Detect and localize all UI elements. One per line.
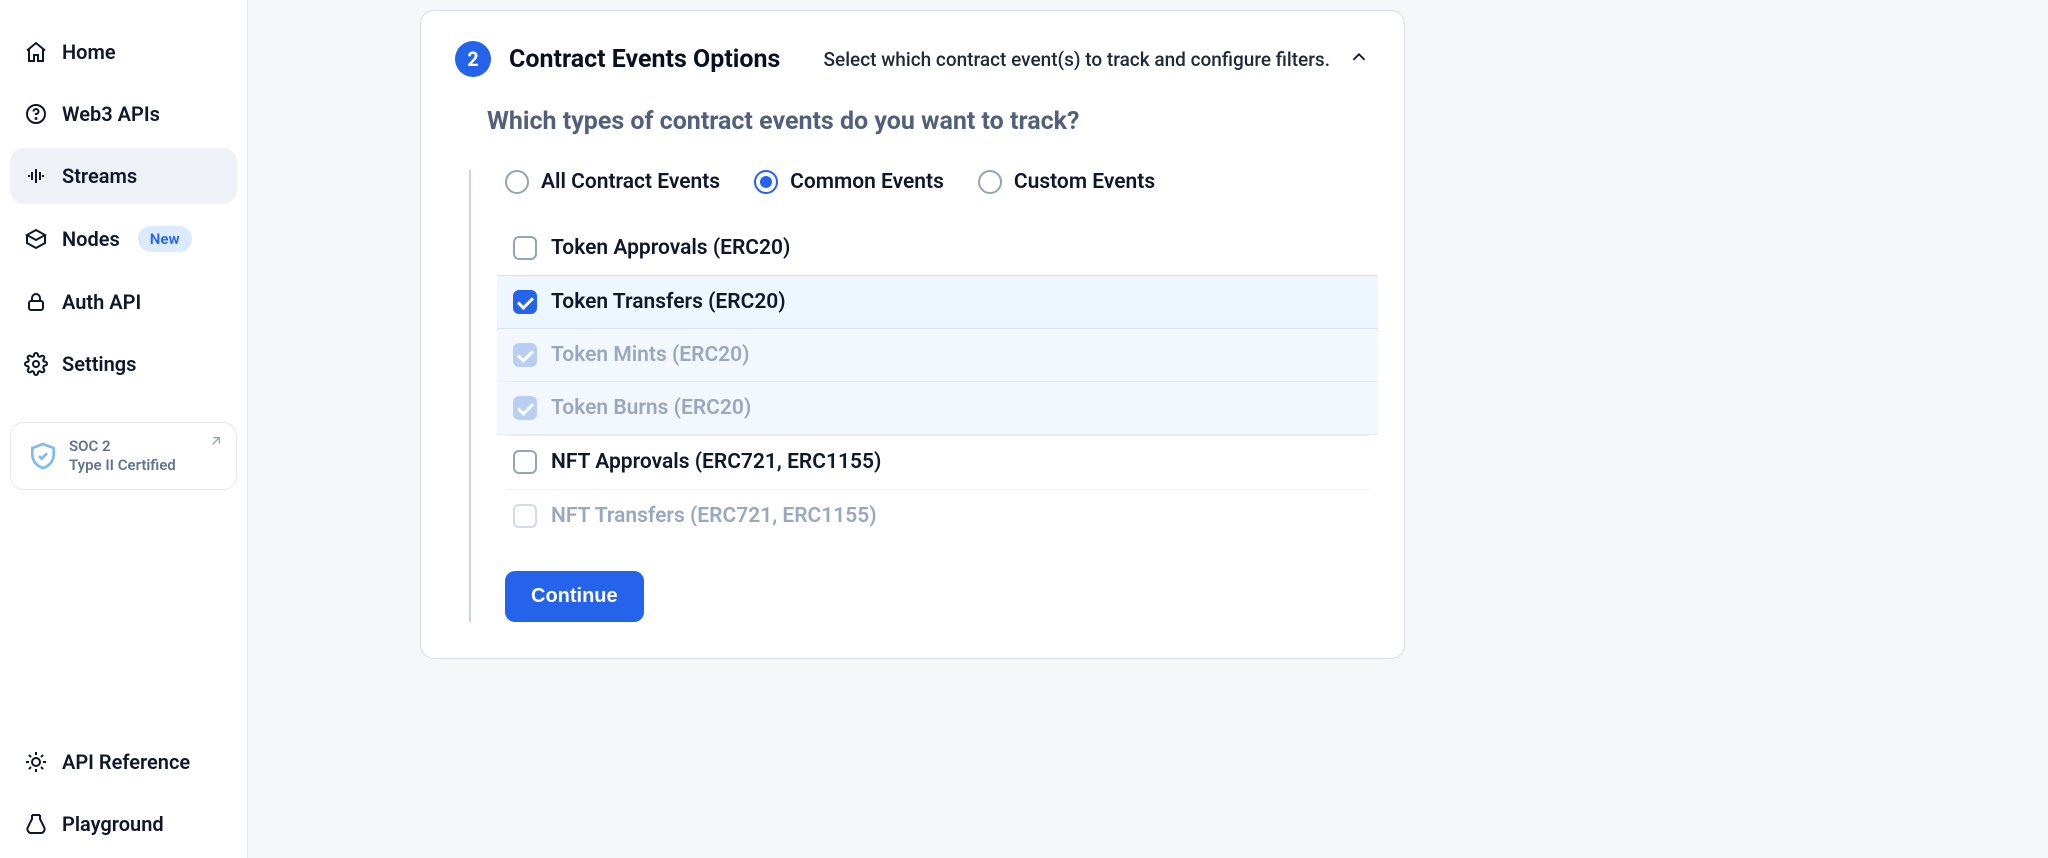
sidebar-item-label: API Reference bbox=[62, 750, 190, 774]
radio-custom-events[interactable]: Custom Events bbox=[978, 170, 1155, 194]
checkbox-label: Token Burns (ERC20) bbox=[551, 396, 751, 420]
step-badge: 2 bbox=[455, 41, 491, 77]
checkbox-input bbox=[513, 290, 537, 314]
check-nft-transfers[interactable]: NFT Transfers (ERC721, ERC1155) bbox=[505, 489, 1370, 543]
radio-input bbox=[754, 170, 778, 194]
radio-label: All Contract Events bbox=[541, 170, 720, 194]
checkbox-input bbox=[513, 450, 537, 474]
checkbox-input bbox=[513, 236, 537, 260]
sidebar-nav: Home Web3 APIs Streams Nodes New A bbox=[10, 24, 237, 490]
gear-icon bbox=[24, 352, 48, 376]
sidebar-item-label: Nodes bbox=[62, 227, 120, 251]
radio-label: Custom Events bbox=[1014, 170, 1155, 194]
check-token-burns-erc20[interactable]: Token Burns (ERC20) bbox=[497, 382, 1378, 435]
checkbox-input bbox=[513, 343, 537, 367]
contract-events-card: 2 Contract Events Options Select which c… bbox=[420, 10, 1405, 659]
sidebar-item-label: Auth API bbox=[62, 290, 141, 314]
sidebar: Home Web3 APIs Streams Nodes New A bbox=[0, 0, 248, 858]
api-reference-icon bbox=[24, 750, 48, 774]
check-nft-approvals[interactable]: NFT Approvals (ERC721, ERC1155) bbox=[505, 435, 1370, 489]
soc2-line1: SOC 2 bbox=[69, 437, 176, 456]
collapse-toggle[interactable] bbox=[1348, 46, 1370, 72]
sidebar-item-label: Playground bbox=[62, 812, 164, 836]
radio-input bbox=[505, 170, 529, 194]
soc2-text: SOC 2 Type II Certified bbox=[69, 437, 176, 475]
web3-apis-icon bbox=[24, 102, 48, 126]
check-token-transfers-erc20[interactable]: Token Transfers (ERC20) bbox=[497, 275, 1378, 329]
checkbox-input bbox=[513, 504, 537, 528]
radio-common-events[interactable]: Common Events bbox=[754, 170, 944, 194]
sidebar-item-web3apis[interactable]: Web3 APIs bbox=[10, 86, 237, 142]
sidebar-item-label: Home bbox=[62, 40, 116, 64]
sidebar-bottom: API Reference Playground bbox=[10, 734, 237, 852]
nodes-icon bbox=[24, 227, 48, 251]
soc2-card[interactable]: SOC 2 Type II Certified bbox=[10, 422, 237, 490]
check-token-approvals-erc20[interactable]: Token Approvals (ERC20) bbox=[505, 222, 1370, 275]
playground-icon bbox=[24, 812, 48, 836]
sidebar-item-api-reference[interactable]: API Reference bbox=[10, 734, 237, 790]
sidebar-item-label: Web3 APIs bbox=[62, 102, 160, 126]
home-icon bbox=[24, 40, 48, 64]
sidebar-item-playground[interactable]: Playground bbox=[10, 796, 237, 852]
card-subtitle: Select which contract event(s) to track … bbox=[824, 48, 1330, 71]
radio-input bbox=[978, 170, 1002, 194]
chevron-up-icon bbox=[1348, 46, 1370, 68]
streams-icon bbox=[24, 164, 48, 188]
sidebar-item-streams[interactable]: Streams bbox=[10, 148, 237, 204]
common-events-list: Token Approvals (ERC20) Token Transfers … bbox=[505, 222, 1370, 543]
card-title: Contract Events Options bbox=[509, 45, 780, 74]
new-badge: New bbox=[138, 226, 192, 252]
check-token-mints-erc20[interactable]: Token Mints (ERC20) bbox=[497, 329, 1378, 382]
section-question: Which types of contract events do you wa… bbox=[487, 107, 1370, 136]
card-header: 2 Contract Events Options Select which c… bbox=[455, 41, 1370, 77]
sidebar-item-home[interactable]: Home bbox=[10, 24, 237, 80]
lock-icon bbox=[24, 290, 48, 314]
checkbox-label: NFT Transfers (ERC721, ERC1155) bbox=[551, 504, 877, 528]
continue-button[interactable]: Continue bbox=[505, 571, 644, 622]
checkbox-label: NFT Approvals (ERC721, ERC1155) bbox=[551, 450, 881, 474]
checkbox-label: Token Transfers (ERC20) bbox=[551, 290, 786, 314]
sidebar-item-settings[interactable]: Settings bbox=[10, 336, 237, 392]
checkbox-label: Token Mints (ERC20) bbox=[551, 343, 750, 367]
event-type-radios: All Contract Events Common Events Custom… bbox=[505, 170, 1370, 194]
radio-all-contract-events[interactable]: All Contract Events bbox=[505, 170, 720, 194]
checkbox-label: Token Approvals (ERC20) bbox=[551, 236, 790, 260]
external-link-icon bbox=[208, 433, 224, 453]
options-block: All Contract Events Common Events Custom… bbox=[469, 170, 1370, 622]
radio-label: Common Events bbox=[790, 170, 944, 194]
main-content: 2 Contract Events Options Select which c… bbox=[248, 0, 2048, 858]
step-number: 2 bbox=[467, 47, 478, 71]
sidebar-item-label: Streams bbox=[62, 164, 137, 188]
checkbox-input bbox=[513, 396, 537, 420]
sidebar-item-authapi[interactable]: Auth API bbox=[10, 274, 237, 330]
sidebar-item-label: Settings bbox=[62, 352, 136, 376]
soc2-line2: Type II Certified bbox=[69, 456, 176, 475]
shield-check-icon bbox=[27, 440, 59, 472]
sidebar-item-nodes[interactable]: Nodes New bbox=[10, 210, 237, 268]
